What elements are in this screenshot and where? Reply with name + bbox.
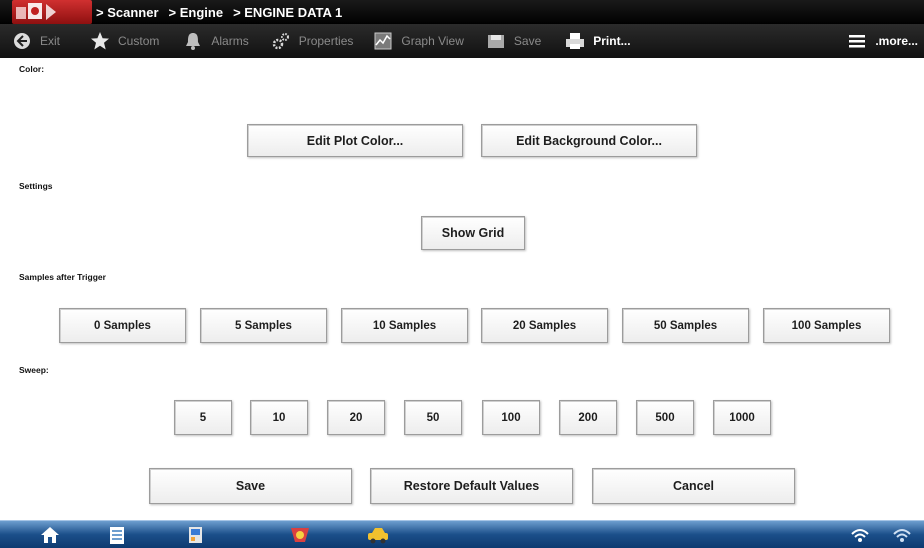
exit-label: Exit [40, 34, 61, 48]
edit-plot-color-button[interactable]: Edit Plot Color... [247, 124, 463, 157]
home-icon[interactable] [36, 524, 64, 546]
print-button[interactable]: Print... [565, 24, 631, 58]
sweep-200-button[interactable]: 200 [559, 400, 617, 435]
graph-icon [373, 31, 393, 51]
samples-50-button[interactable]: 50 Samples [622, 308, 749, 343]
sweep-500-button[interactable]: 500 [636, 400, 694, 435]
sweep-10-button[interactable]: 10 [250, 400, 308, 435]
samples-20-button[interactable]: 20 Samples [481, 308, 608, 343]
back-arrow-icon [12, 31, 32, 51]
graph-view-label: Graph View [401, 34, 464, 48]
exit-button[interactable]: Exit [12, 24, 60, 58]
gear-icon [271, 31, 291, 51]
alarms-button[interactable]: Alarms [183, 24, 249, 58]
title-bar: > Scanner > Engine > ENGINE DATA 1 [0, 0, 924, 24]
save-toolbar-label: Save [513, 34, 542, 48]
sweep-100-button[interactable]: 100 [482, 400, 540, 435]
restore-default-values-button[interactable]: Restore Default Values [370, 468, 573, 504]
printer-icon [565, 31, 585, 51]
breadcrumb-scanner[interactable]: > Scanner [96, 5, 159, 20]
graph-view-button[interactable]: Graph View [373, 24, 464, 58]
sweep-1000-button[interactable]: 1000 [713, 400, 771, 435]
bell-icon [183, 31, 203, 51]
sweep-5-button[interactable]: 5 [174, 400, 232, 435]
samples-10-button[interactable]: 10 Samples [341, 308, 468, 343]
sweep-20-button[interactable]: 20 [327, 400, 385, 435]
properties-button[interactable]: Properties [271, 24, 354, 58]
more-button[interactable]: .more... [847, 24, 918, 58]
document-icon[interactable] [103, 524, 131, 546]
disk-icon [486, 31, 506, 51]
section-settings-label: Settings [19, 181, 53, 191]
show-grid-button[interactable]: Show Grid [421, 216, 525, 250]
edit-background-color-button[interactable]: Edit Background Color... [481, 124, 697, 157]
section-sweep-label: Sweep: [19, 365, 49, 375]
samples-0-button[interactable]: 0 Samples [59, 308, 186, 343]
properties-label: Properties [298, 34, 354, 48]
print-label: Print... [593, 34, 631, 48]
scanner-icon[interactable] [183, 524, 211, 546]
samples-5-button[interactable]: 5 Samples [200, 308, 327, 343]
wifi-icon[interactable] [846, 524, 874, 546]
section-samples-label: Samples after Trigger [19, 272, 106, 282]
car-icon[interactable] [364, 524, 392, 546]
save-button[interactable]: Save [149, 468, 352, 504]
sweep-50-button[interactable]: 50 [404, 400, 462, 435]
section-color-label: Color: [19, 64, 45, 74]
more-label: .more... [875, 34, 918, 48]
taskbar [0, 520, 924, 548]
tool-icon[interactable] [286, 524, 314, 546]
samples-100-button[interactable]: 100 Samples [763, 308, 890, 343]
breadcrumb-engine-data: > ENGINE DATA 1 [233, 4, 343, 20]
app-logo[interactable] [12, 0, 92, 24]
breadcrumb-engine[interactable]: > Engine [169, 5, 224, 20]
custom-button[interactable]: Custom [90, 24, 159, 58]
star-icon [90, 31, 110, 51]
custom-label: Custom [118, 34, 160, 48]
toolbar: Exit Custom Alarms Properties Graph View… [0, 24, 924, 58]
save-toolbar-button[interactable]: Save [486, 24, 541, 58]
signal-icon[interactable] [888, 524, 916, 546]
breadcrumb: > Scanner > Engine > ENGINE DATA 1 [96, 5, 352, 20]
alarms-label: Alarms [211, 34, 249, 48]
menu-lines-icon [847, 31, 867, 51]
cancel-button[interactable]: Cancel [592, 468, 795, 504]
